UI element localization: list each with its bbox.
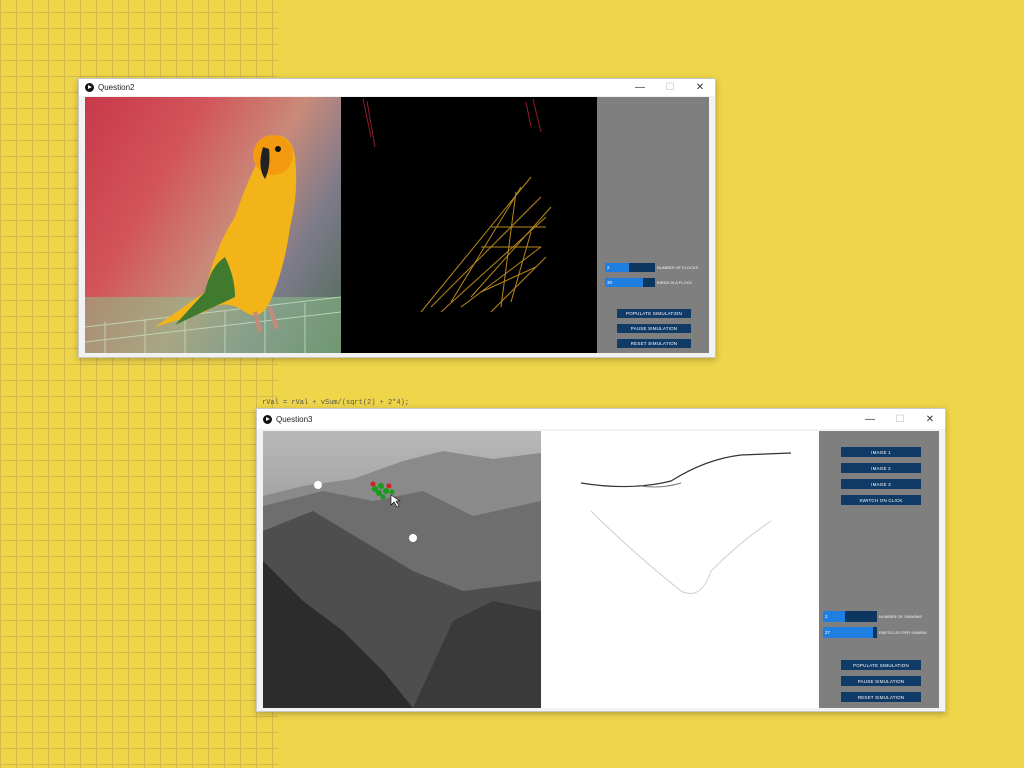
background-code-line: rVal = rVal + vSum/(sqrt(2) + 2*4); — [262, 399, 410, 407]
question2-titlebar: Question2 — ☐ ✕ — [79, 79, 715, 96]
maximize-button[interactable]: ☐ — [885, 414, 915, 425]
slider-value: 30 — [607, 280, 613, 285]
window-title: Question3 — [276, 414, 313, 424]
edge-render-pane — [541, 431, 819, 708]
switch-on-click-button[interactable]: SWITCH ON CLICK — [841, 495, 921, 505]
mountain-illustration — [263, 451, 541, 708]
pause-simulation-button[interactable]: PAUSE SIMULATION — [841, 676, 921, 686]
slider-label: PARTICLES PER SWARM — [879, 630, 927, 635]
app-icon — [85, 83, 94, 92]
image-2-button[interactable]: IMAGE 2 — [841, 463, 921, 473]
flock-trails — [362, 98, 552, 313]
slider-value: 27 — [825, 630, 831, 635]
particles-slider[interactable]: 27 — [823, 627, 877, 638]
question3-window: Question3 — ☐ ✕ IMAGE 1 IMAGE 2 IMAGE 3 … — [256, 408, 946, 712]
slider-value: 2 — [607, 265, 610, 270]
question2-window: Question2 — ☐ ✕ 2 NUMBER OF FLOCKS 30 BI… — [78, 78, 716, 358]
flock-render-pane — [341, 97, 597, 353]
reset-simulation-button[interactable]: RESET SIMULATION — [617, 339, 691, 348]
window-title: Question2 — [98, 83, 135, 92]
question3-titlebar: Question3 — ☐ ✕ — [257, 409, 945, 429]
image-3-button[interactable]: IMAGE 3 — [841, 479, 921, 489]
minimize-button[interactable]: — — [625, 82, 655, 93]
app-icon — [263, 414, 272, 424]
slider-label: BIRDS IN A FLOCK — [657, 280, 693, 285]
maximize-button[interactable]: ☐ — [655, 82, 685, 93]
flocks-slider[interactable]: 2 — [605, 263, 655, 272]
edge-trails — [580, 452, 792, 594]
close-button[interactable]: ✕ — [915, 414, 945, 425]
close-button[interactable]: ✕ — [685, 82, 715, 93]
slider-label: NUMBER OF FLOCKS — [657, 265, 699, 270]
minimize-button[interactable]: — — [855, 414, 885, 425]
parrot-image — [85, 97, 341, 353]
slider-value: 2 — [825, 614, 828, 619]
image-1-button[interactable]: IMAGE 1 — [841, 447, 921, 457]
swarms-slider[interactable]: 2 — [823, 611, 877, 622]
control-panel: IMAGE 1 IMAGE 2 IMAGE 3 SWITCH ON CLICK … — [819, 431, 939, 708]
mountain-image — [263, 431, 541, 708]
parrot-illustration — [85, 135, 341, 353]
slider-label: NUMBER OF SWARMS — [879, 614, 922, 619]
birds-slider[interactable]: 30 — [605, 278, 655, 287]
slider-fill — [823, 627, 873, 638]
control-panel: 2 NUMBER OF FLOCKS 30 BIRDS IN A FLOCK P… — [597, 97, 709, 353]
reset-simulation-button[interactable]: RESET SIMULATION — [841, 692, 921, 702]
pause-simulation-button[interactable]: PAUSE SIMULATION — [617, 324, 691, 333]
populate-simulation-button[interactable]: POPULATE SIMULATION — [617, 309, 691, 318]
populate-simulation-button[interactable]: POPULATE SIMULATION — [841, 660, 921, 670]
